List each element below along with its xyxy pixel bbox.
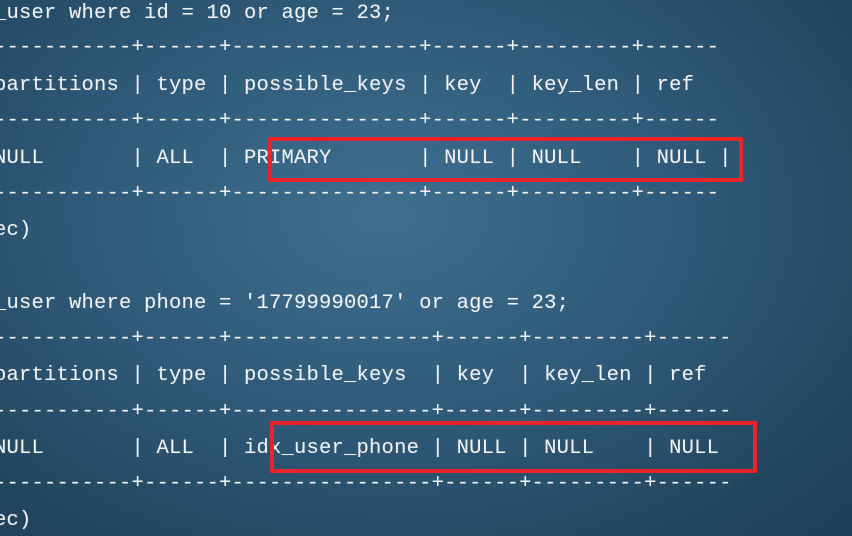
table-header-row: partitions | type | possible_keys | key … — [0, 364, 732, 387]
query-line-2: _user where phone = '17799990017' or age… — [0, 292, 570, 315]
table-header-row: partitions | type | possible_keys | key … — [0, 74, 720, 97]
table-border: -----------+------+----------------+----… — [0, 327, 732, 350]
query-line-1: _user where id = 10 or age = 23; — [0, 2, 395, 25]
table-border: -----------+------+---------------+-----… — [0, 36, 720, 59]
highlight-box-1 — [268, 137, 743, 182]
table-border: -----------+------+---------------+-----… — [0, 109, 720, 132]
table-border: -----------+------+----------------+----… — [0, 472, 732, 495]
highlight-box-2 — [270, 421, 757, 473]
result-footer: ec) — [0, 219, 32, 242]
result-footer: ec) — [0, 509, 32, 532]
table-border: -----------+------+---------------+-----… — [0, 182, 720, 205]
